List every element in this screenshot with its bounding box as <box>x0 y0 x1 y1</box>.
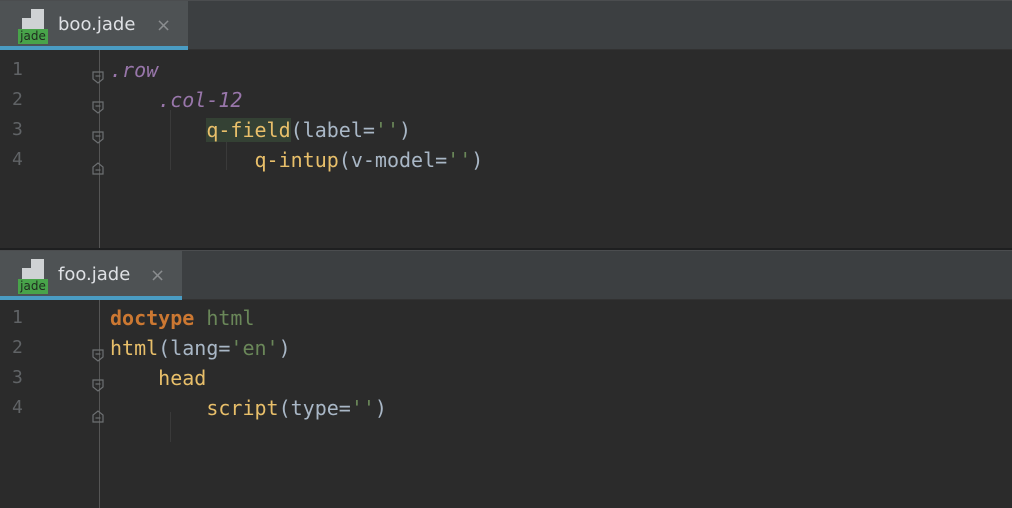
tab-foo-jade[interactable]: jade foo.jade × <box>0 251 182 300</box>
code-token: ) <box>278 336 291 360</box>
code-token: ) <box>399 118 412 142</box>
code-editor[interactable]: 1 .row 2 .col-12 3 q-field(label='') 4 q-int… <box>0 50 1012 248</box>
code-token: (label= <box>290 118 375 142</box>
code-text: q-field(label='') <box>110 115 411 145</box>
tab-title: foo.jade <box>58 264 131 285</box>
line-number: 3 <box>12 367 23 388</box>
tab-title: boo.jade <box>58 14 136 35</box>
code-line[interactable]: 2 .col-12 <box>0 85 1012 115</box>
code-line[interactable]: 1 .row <box>0 55 1012 85</box>
line-number: 4 <box>12 149 23 170</box>
line-number: 4 <box>12 397 23 418</box>
code-token: doctype <box>110 306 195 330</box>
code-token: .row <box>110 58 159 82</box>
close-icon[interactable]: × <box>156 15 171 36</box>
line-number: 2 <box>12 89 23 110</box>
code-token: html <box>206 306 255 330</box>
line-number: 3 <box>12 119 23 140</box>
code-token: head <box>158 366 207 390</box>
jade-badge: jade <box>18 29 48 44</box>
code-line[interactable]: 2 html(lang='en') <box>0 333 1012 363</box>
code-line[interactable]: 3 head <box>0 363 1012 393</box>
code-token: (v-model= <box>338 148 448 172</box>
fold-icon[interactable] <box>91 371 105 392</box>
code-text: q-intup(v-model='') <box>110 145 484 175</box>
code-token: html <box>110 336 159 360</box>
code-token: (lang= <box>158 336 231 360</box>
fold-end-icon[interactable] <box>91 153 105 175</box>
code-token: .col-12 <box>158 88 243 112</box>
editor-pane-foo: jade foo.jade × 1 doctype html 2 html(lang=… <box>0 250 1012 508</box>
tab-boo-jade[interactable]: jade boo.jade × <box>0 1 188 50</box>
code-token: q-field <box>206 118 291 142</box>
code-line[interactable]: 4 script(type='') <box>0 393 1012 423</box>
code-token: (type= <box>278 396 351 420</box>
code-text: script(type='') <box>110 393 387 423</box>
fold-icon[interactable] <box>91 63 105 84</box>
code-token: '' <box>374 118 400 142</box>
line-number: 1 <box>12 59 23 80</box>
code-text: head <box>110 363 206 393</box>
code-token: 'en' <box>230 336 279 360</box>
fold-icon[interactable] <box>91 93 105 114</box>
code-token: '' <box>350 396 375 420</box>
code-token: '' <box>447 148 472 172</box>
jade-file-icon: jade <box>18 9 50 45</box>
code-line[interactable]: 4 q-intup(v-model='') <box>0 145 1012 175</box>
jade-file-icon: jade <box>18 259 50 295</box>
code-token: q-intup <box>254 148 339 172</box>
code-token: ) <box>374 396 387 420</box>
code-line[interactable]: 1 doctype html <box>0 303 1012 333</box>
fold-end-icon[interactable] <box>91 401 105 423</box>
code-line[interactable]: 3 q-field(label='') <box>0 115 1012 145</box>
fold-icon[interactable] <box>91 341 105 362</box>
code-text: .col-12 <box>110 85 242 115</box>
code-token: script <box>206 396 279 420</box>
code-text: .row <box>110 55 158 85</box>
jade-badge: jade <box>18 279 48 294</box>
code-text: doctype html <box>110 303 255 333</box>
fold-icon[interactable] <box>91 123 105 144</box>
code-text: html(lang='en') <box>110 333 291 363</box>
close-icon[interactable]: × <box>150 265 165 286</box>
line-number: 2 <box>12 337 23 358</box>
tab-bar: jade boo.jade × <box>0 0 1012 50</box>
code-editor[interactable]: 1 doctype html 2 html(lang='en') 3 head 4 scr… <box>0 300 1012 508</box>
code-token: ) <box>471 148 484 172</box>
line-number: 1 <box>12 307 23 328</box>
editor-pane-boo: jade boo.jade × 1 .row 2 .col-12 3 q-field(… <box>0 0 1012 248</box>
tab-bar: jade foo.jade × <box>0 250 1012 300</box>
